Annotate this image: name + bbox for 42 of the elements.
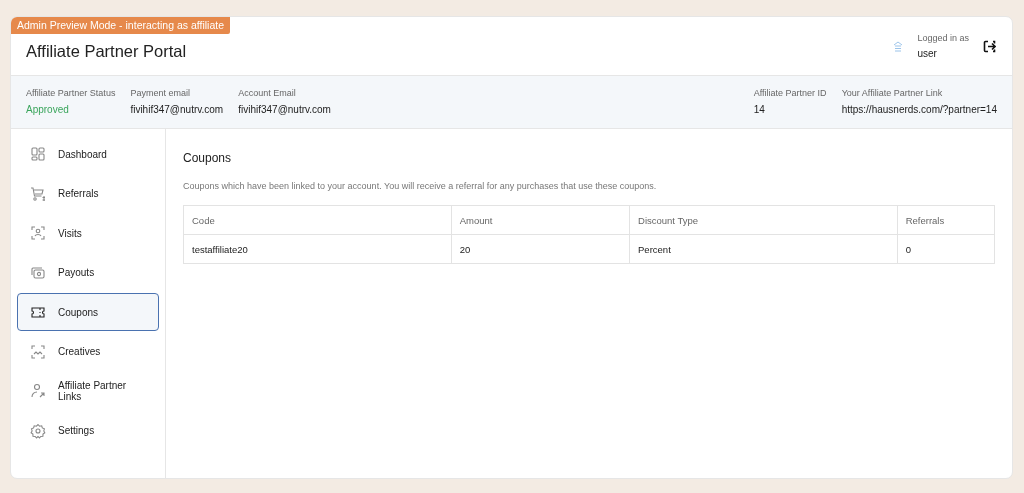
table-cell: 20 — [451, 234, 630, 264]
nav-icon — [30, 422, 46, 439]
field-label: Affiliate Partner ID — [753, 88, 827, 98]
nav-icon — [30, 343, 46, 360]
logout-icon[interactable] — [983, 39, 996, 53]
sidebar-item[interactable]: Payouts — [17, 253, 159, 292]
nav-icon — [30, 146, 46, 162]
table-cell: testaffiliate20 — [183, 234, 452, 264]
field-value: 14 — [753, 104, 766, 115]
field-value: fivihif347@nutrv.com — [130, 104, 224, 115]
nav-icon — [30, 225, 46, 241]
sidebar-item[interactable]: Referrals — [17, 174, 159, 213]
field-label: Your Affiliate Partner Link — [841, 88, 944, 98]
username: user — [917, 48, 938, 59]
sidebar-item[interactable]: Visits — [17, 214, 159, 252]
preview-mode-badge: Admin Preview Mode - interacting as affiliate — [11, 17, 230, 34]
section-description: Coupons which have been linked to your account. You will receive a referral for any purchases that use these coupons. — [183, 181, 658, 191]
sidebar-item[interactable]: Creatives — [17, 332, 159, 371]
field-label: Payment email — [130, 88, 191, 98]
nav-icon — [30, 185, 46, 202]
column-header: Discount Type — [629, 205, 898, 235]
field-label: Account Email — [238, 88, 297, 98]
column-header: Referrals — [897, 205, 995, 235]
field-label: Affiliate Partner Status — [26, 88, 116, 98]
section-title: Coupons — [183, 151, 233, 165]
sidebar-item[interactable]: Dashboard — [17, 135, 159, 173]
table-cell: Percent — [629, 234, 898, 264]
column-header: Amount — [451, 205, 630, 235]
field-value: fivihif347@nutrv.com — [238, 104, 331, 115]
column-header: Code — [183, 205, 452, 235]
portal-title: Affiliate Partner Portal — [26, 41, 188, 61]
table-cell: 0 — [897, 234, 995, 264]
sidebar-item[interactable]: Coupons — [17, 293, 159, 331]
login-label: Logged in as — [917, 33, 969, 43]
nav-icon — [30, 383, 46, 399]
field-value: https://hausnerds.com/?partner=14 — [841, 104, 997, 115]
sidebar-item[interactable]: Affiliate Partner Links — [17, 372, 159, 410]
sidebar-item[interactable]: Settings — [17, 411, 159, 450]
nav-icon — [30, 304, 46, 320]
building-icon — [893, 40, 904, 52]
nav-icon — [30, 264, 46, 281]
status-value: Approved — [26, 104, 70, 115]
